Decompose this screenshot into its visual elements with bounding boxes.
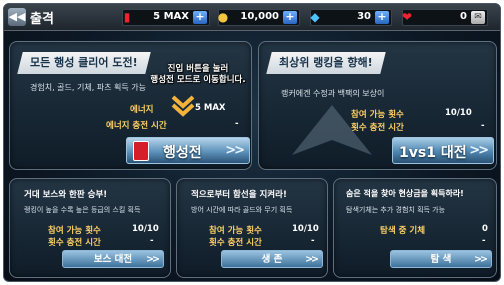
survival-label: 생 존	[261, 254, 283, 265]
fuel-can-icon	[133, 141, 149, 161]
crystal-icon: ◆	[310, 10, 320, 24]
heart-counter: ❤ 0 ✉	[402, 9, 488, 26]
tooltip-line-2: 행성전 모드로 이동합니다.	[150, 75, 246, 85]
top-bar: ◀◀ 출격 ▮ 5 MAX + ● 10,000 + ◆ 30 + ❤ 0 ✉	[4, 4, 500, 31]
boss-description: 랭킹이 높을 수록 높은 등급의 스킬 획득	[24, 206, 141, 214]
pvp-panel: 최상위 랭킹을 향해! 랭커에겐 수정과 백팩의 보상이 참여 가능 횟수 10…	[258, 41, 497, 170]
pvp-battle-button[interactable]: 1vs1 대전 >>	[392, 137, 494, 164]
double-chevron-icon: >>	[474, 254, 488, 265]
planet-banner: 모든 행성 클리어 도전!	[17, 52, 151, 74]
explore-charge-value: -	[482, 236, 486, 246]
survival-button[interactable]: 생 존 >>	[221, 250, 323, 268]
page-title: 출격	[30, 12, 54, 27]
double-chevron-icon: >>	[469, 143, 489, 158]
sortie-screen: ◀◀ 출격 ▮ 5 MAX + ● 10,000 + ◆ 30 + ❤ 0 ✉ …	[3, 3, 501, 282]
boss-battle-button[interactable]: 보스 대전 >>	[62, 250, 164, 268]
explore-ship-label: 탐색 중 기체	[380, 226, 426, 236]
planet-battle-button[interactable]: 행성전 >>	[126, 137, 250, 164]
mail-icon[interactable]: ✉	[471, 11, 485, 24]
boss-battle-label: 보스 대전	[93, 254, 133, 265]
pvp-description: 랭커에겐 수정과 백팩의 보상이	[281, 89, 385, 98]
survival-panel: 적으로부터 함선을 지켜라! 방어 시간에 따라 골드와 무기 획득 참여 가능…	[176, 178, 328, 278]
pvp-battle-label: 1vs1 대전	[399, 145, 467, 161]
coin-icon: ●	[217, 10, 229, 24]
energy-value: 5 MAX	[195, 103, 226, 113]
explore-button[interactable]: 탐 색 >>	[390, 250, 492, 268]
planet-battle-label: 행성전	[163, 145, 202, 161]
double-chevron-icon: >>	[305, 254, 319, 265]
fuel-can-icon: ▮	[123, 10, 131, 24]
boss-charge-label: 횟수 충전 시간	[48, 238, 101, 248]
survival-description: 방어 시간에 따라 골드와 무기 획득	[191, 206, 293, 214]
survival-title: 적으로부터 함선을 지켜라!	[191, 190, 287, 200]
explore-title: 숨은 적을 찾아 현상금을 획득하라!	[346, 189, 464, 198]
fuel-value: 5 MAX	[153, 11, 189, 22]
energy-label: 에너지	[130, 105, 154, 115]
gem-counter: ◆ 30 +	[310, 9, 392, 26]
pvp-charge-value: -	[481, 121, 485, 131]
heart-icon: ❤	[401, 10, 413, 24]
add-coins-button[interactable]: +	[283, 11, 297, 24]
explore-ship-value: 0	[482, 224, 488, 234]
double-chevron-icon: >>	[225, 143, 245, 158]
boss-battle-panel: 거대 보스와 한판 승부! 랭킹이 높을 수록 높은 등급의 스킬 획득 참여 …	[9, 178, 171, 278]
guide-tooltip: 진입 버튼을 눌러 행성전 모드로 이동합니다.	[144, 64, 252, 92]
down-chevron-icon	[171, 95, 195, 117]
pvp-attempts-label: 참여 가능 횟수	[351, 110, 404, 120]
boss-title: 거대 보스와 한판 승부!	[24, 190, 108, 200]
planet-battle-panel: 모든 행성 클리어 도전! 경험치, 골드, 기체, 파츠 획득 가능 에너지 …	[9, 41, 252, 170]
explore-description: 탐색기체는 추가 경험치 획득 가능	[346, 206, 446, 214]
explore-label: 탐 색	[430, 254, 452, 265]
coin-counter: ● 10,000 +	[218, 9, 300, 26]
survival-charge-value: -	[311, 236, 315, 246]
tooltip-line-1: 진입 버튼을 눌러	[167, 64, 229, 74]
planet-description: 경험치, 골드, 기체, 파츠 획득 가능	[30, 83, 147, 92]
survival-attempts-value: 10/10	[292, 224, 319, 234]
energy-charge-value: -	[235, 119, 239, 129]
heart-value: 0	[460, 11, 467, 22]
survival-charge-label: 횟수 충전 시간	[209, 238, 262, 248]
explore-panel: 숨은 적을 찾아 현상금을 획득하라! 탐색기체는 추가 경험치 획득 가능 탐…	[333, 178, 497, 278]
add-gems-button[interactable]: +	[375, 11, 389, 24]
boss-attempts-label: 참여 가능 횟수	[48, 226, 101, 236]
pvp-charge-label: 횟수 충전 시간	[351, 123, 404, 133]
energy-charge-label: 에너지 충전 시간	[106, 121, 167, 131]
back-arrow-icon[interactable]: ◀◀	[8, 8, 26, 26]
pvp-banner: 최상위 랭킹을 향해!	[266, 52, 386, 74]
fuel-counter: ▮ 5 MAX +	[122, 9, 210, 26]
double-chevron-icon: >>	[146, 254, 160, 265]
boss-attempts-value: 10/10	[132, 224, 159, 234]
boss-charge-value: -	[150, 236, 154, 246]
survival-attempts-label: 참여 가능 횟수	[209, 226, 262, 236]
pvp-attempts-value: 10/10	[445, 108, 472, 118]
coin-value: 10,000	[240, 11, 279, 22]
gem-value: 30	[357, 11, 371, 22]
add-fuel-button[interactable]: +	[193, 11, 207, 24]
